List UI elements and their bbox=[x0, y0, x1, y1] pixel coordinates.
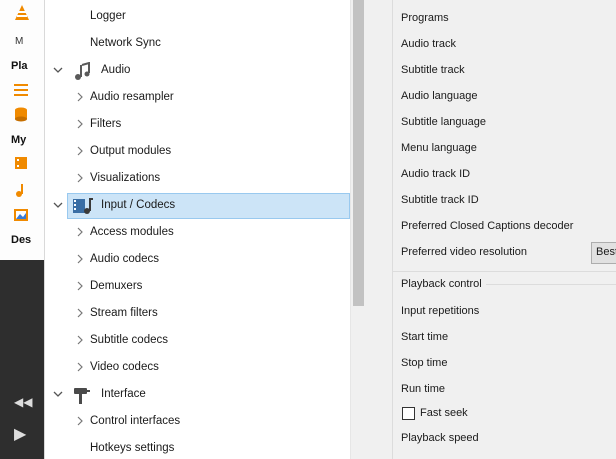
tree-item-label: Demuxers bbox=[90, 280, 143, 292]
background-playlist-label: Pla bbox=[11, 60, 28, 72]
fast-seek-label[interactable]: Fast seek bbox=[420, 407, 468, 419]
tree-item-audio-resampler[interactable]: Audio resampler bbox=[45, 86, 351, 112]
tree-item-control-interfaces[interactable]: Control interfaces bbox=[45, 410, 351, 436]
tree-item-label: Control interfaces bbox=[90, 415, 181, 427]
option-run-time: Run time bbox=[401, 383, 446, 395]
tree-item-label: Access modules bbox=[90, 226, 174, 238]
tree-item-demuxers[interactable]: Demuxers bbox=[45, 275, 351, 301]
tree-item-network-sync[interactable]: Network Sync bbox=[45, 32, 351, 58]
option-subtitle-language: Subtitle language bbox=[401, 116, 487, 128]
preferences-category-tree[interactable]: Logger Network Sync Audio Audio resample… bbox=[44, 0, 350, 459]
chevron-right-icon[interactable] bbox=[75, 173, 85, 185]
chevron-right-icon[interactable] bbox=[75, 335, 85, 347]
chevron-right-icon[interactable] bbox=[75, 254, 85, 266]
tree-item-access-modules[interactable]: Access modules bbox=[45, 221, 351, 247]
option-programs: Programs bbox=[401, 12, 449, 24]
tree-item-label: Video codecs bbox=[90, 361, 159, 373]
tree-item-interface[interactable]: Interface bbox=[45, 383, 351, 409]
tree-item-visualizations[interactable]: Visualizations bbox=[45, 167, 351, 193]
tree-item-label: Stream filters bbox=[90, 307, 158, 319]
chevron-right-icon[interactable] bbox=[75, 308, 85, 320]
tree-item-stream-filters[interactable]: Stream filters bbox=[45, 302, 351, 328]
tree-item-label: Audio bbox=[101, 64, 131, 76]
chevron-down-icon[interactable] bbox=[53, 200, 63, 212]
tree-item-label: Logger bbox=[90, 10, 126, 22]
option-subtitle-track: Subtitle track bbox=[401, 64, 465, 76]
tree-scrollbar[interactable] bbox=[350, 0, 365, 459]
option-preferred-video-resolution: Preferred video resolution bbox=[401, 246, 527, 258]
background-media-label: My bbox=[11, 134, 27, 146]
tree-item-video-codecs[interactable]: Video codecs bbox=[45, 356, 351, 382]
chevron-right-icon[interactable] bbox=[75, 416, 85, 428]
tree-item-audio-codecs[interactable]: Audio codecs bbox=[45, 248, 351, 274]
playback-section-line bbox=[483, 284, 616, 285]
tree-item-label: Network Sync bbox=[90, 37, 161, 49]
option-preferred-cc-decoder: Preferred Closed Captions decoder bbox=[401, 220, 574, 232]
vlc-cone-icon bbox=[15, 5, 29, 20]
tree-item-audio[interactable]: Audio bbox=[45, 59, 351, 85]
option-stop-time: Stop time bbox=[401, 357, 448, 369]
chevron-right-icon[interactable] bbox=[75, 146, 85, 158]
tree-item-input-codecs[interactable]: Input / Codecs bbox=[67, 193, 350, 219]
tree-item-subtitle-codecs[interactable]: Subtitle codecs bbox=[45, 329, 351, 355]
library-icon bbox=[15, 107, 27, 122]
background-vlc-window: M Pla My Des ◀◀ ▶ bbox=[0, 0, 44, 459]
option-audio-track-id: Audio track ID bbox=[401, 168, 471, 180]
option-menu-language: Menu language bbox=[401, 142, 477, 154]
tree-item-logger[interactable]: Logger bbox=[45, 5, 351, 31]
picture-library-icon bbox=[14, 209, 28, 221]
tree-item-label: Subtitle codecs bbox=[90, 334, 168, 346]
chevron-down-icon[interactable] bbox=[53, 65, 63, 77]
background-menu-label: M bbox=[15, 36, 24, 47]
play-icon: ▶ bbox=[14, 426, 27, 443]
tree-item-label: Visualizations bbox=[90, 172, 161, 184]
tree-item-label: Interface bbox=[101, 388, 146, 400]
input-codecs-settings-panel: Programs Audio track Subtitle track Audi… bbox=[365, 0, 616, 459]
chevron-right-icon[interactable] bbox=[75, 362, 85, 374]
option-start-time: Start time bbox=[401, 331, 449, 343]
chevron-right-icon[interactable] bbox=[75, 281, 85, 293]
chevron-down-icon[interactable] bbox=[53, 389, 63, 401]
tree-item-label: Output modules bbox=[90, 145, 172, 157]
chevron-right-icon[interactable] bbox=[75, 227, 85, 239]
tree-item-label: Input / Codecs bbox=[101, 199, 176, 211]
interface-category-icon bbox=[72, 386, 92, 406]
tree-item-label: Audio codecs bbox=[90, 253, 160, 265]
option-playback-speed: Playback speed bbox=[401, 432, 479, 444]
input-codecs-category-icon bbox=[72, 196, 93, 216]
playlist-icon bbox=[14, 84, 28, 96]
music-library-icon bbox=[16, 184, 23, 197]
background-devices-label: Des bbox=[11, 234, 32, 246]
preferred-resolution-dropdown[interactable]: Best bbox=[591, 242, 616, 264]
tree-item-hotkeys-settings[interactable]: Hotkeys settings bbox=[45, 437, 351, 459]
tree-item-label: Filters bbox=[90, 118, 122, 130]
option-subtitle-track-id: Subtitle track ID bbox=[401, 194, 479, 206]
playback-control-section-title: Playback control bbox=[401, 278, 486, 290]
tree-item-label: Audio resampler bbox=[90, 91, 174, 103]
tree-item-output-modules[interactable]: Output modules bbox=[45, 140, 351, 166]
rewind-icon: ◀◀ bbox=[14, 395, 33, 409]
fast-seek-checkbox[interactable] bbox=[402, 407, 415, 420]
chevron-right-icon[interactable] bbox=[75, 119, 85, 131]
tree-item-filters[interactable]: Filters bbox=[45, 113, 351, 139]
tree-item-label: Hotkeys settings bbox=[90, 442, 175, 454]
option-input-repetitions: Input repetitions bbox=[401, 305, 480, 317]
section-divider bbox=[393, 271, 616, 272]
option-audio-track: Audio track bbox=[401, 38, 457, 50]
option-audio-language: Audio language bbox=[401, 90, 478, 102]
scrollbar-thumb[interactable] bbox=[353, 0, 364, 306]
chevron-right-icon[interactable] bbox=[75, 92, 85, 104]
video-library-icon bbox=[15, 157, 27, 169]
audio-category-icon bbox=[72, 61, 92, 82]
